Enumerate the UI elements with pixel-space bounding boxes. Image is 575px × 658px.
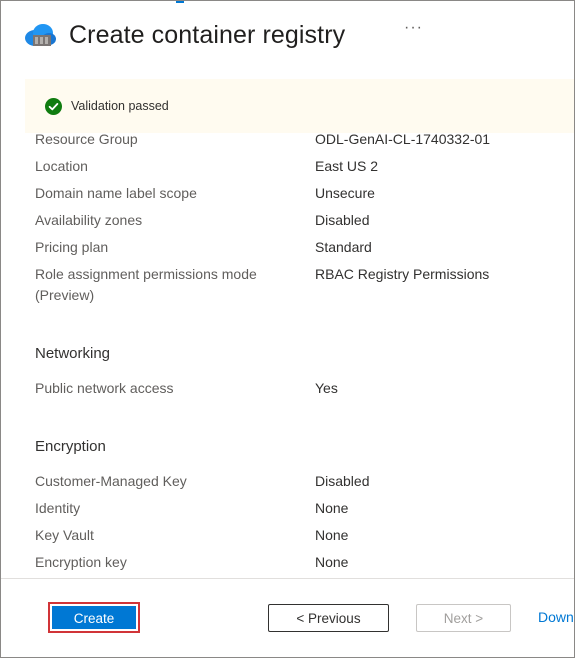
page-title: Create container registry <box>69 20 346 49</box>
detail-value: RBAC Registry Permissions <box>315 266 490 282</box>
detail-value: ODL-GenAI-CL-1740332-01 <box>315 131 491 147</box>
detail-label: Encryption key <box>35 554 127 570</box>
detail-value: Disabled <box>315 473 370 489</box>
previous-button[interactable]: < Previous <box>268 604 389 632</box>
more-options-button[interactable]: ··· <box>404 19 423 37</box>
section-title-networking: Networking <box>35 345 111 362</box>
detail-label: Customer-Managed Key <box>35 473 187 489</box>
detail-value: None <box>315 554 349 570</box>
detail-label: Role assignment permissions mode (Previe… <box>35 266 257 303</box>
detail-label: Key Vault <box>35 527 94 543</box>
detail-value: Unsecure <box>315 185 375 201</box>
validation-status-text: Validation passed <box>71 99 169 113</box>
detail-label: Identity <box>35 500 81 516</box>
check-circle-icon <box>45 98 62 115</box>
detail-label: Resource Group <box>35 131 138 147</box>
next-button[interactable]: Next > <box>416 604 511 632</box>
detail-value: None <box>315 527 349 543</box>
review-content: Resource Group ODL-GenAI-CL-1740332-01 L… <box>1 126 574 576</box>
container-registry-cloud-icon <box>25 24 56 46</box>
detail-value: East US 2 <box>315 158 379 174</box>
detail-label: Availability zones <box>35 212 143 228</box>
detail-value: Yes <box>315 380 338 396</box>
detail-value: Standard <box>315 239 372 255</box>
detail-label: Pricing plan <box>35 239 109 255</box>
top-accent-line <box>176 1 184 3</box>
detail-label: Public network access <box>35 380 174 396</box>
create-registry-blade: Create container registry ··· Validation… <box>0 0 575 658</box>
section-title-encryption: Encryption <box>35 438 106 455</box>
create-button[interactable]: Create <box>52 606 136 629</box>
detail-value: None <box>315 500 349 516</box>
action-footer: Create < Previous Next > Down <box>1 578 574 657</box>
detail-label: Domain name label scope <box>35 185 197 201</box>
blade-header: Create container registry <box>23 15 345 55</box>
validation-banner: Validation passed <box>25 79 574 133</box>
download-template-link[interactable]: Down <box>538 609 574 625</box>
detail-label: Location <box>35 158 88 174</box>
detail-value: Disabled <box>315 212 370 228</box>
